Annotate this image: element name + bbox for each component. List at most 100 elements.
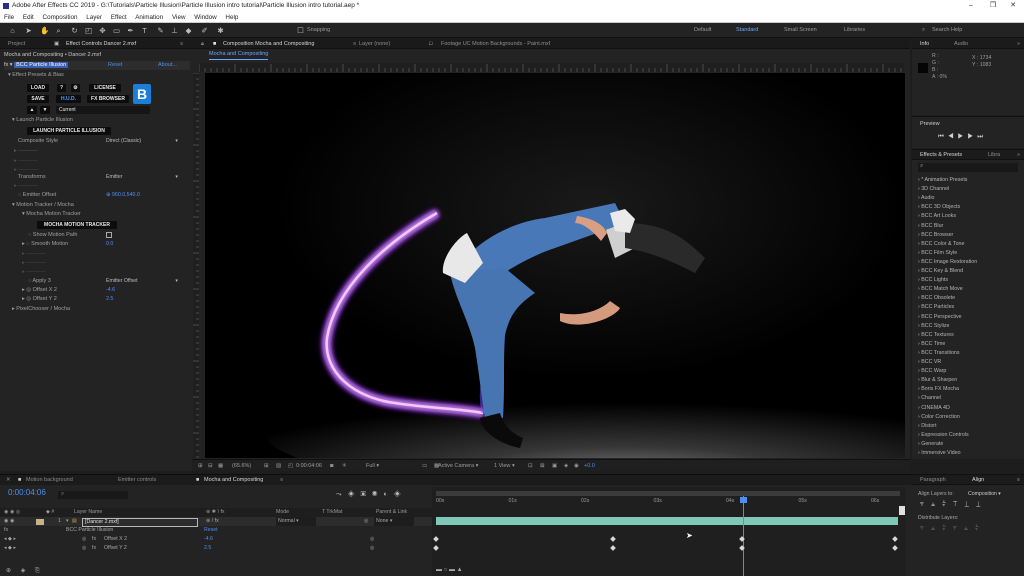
effects-category-item[interactable]: › BCC Image Restoration bbox=[918, 258, 977, 267]
masks-icon[interactable]: ◰ bbox=[288, 460, 293, 472]
effects-category-item[interactable]: › BCC Match Move bbox=[918, 285, 963, 294]
load-button[interactable]: LOAD bbox=[27, 84, 49, 92]
pan-behind-tool-icon[interactable]: ✥ bbox=[98, 26, 107, 35]
transforms-dropdown[interactable]: Emitter ▾ bbox=[106, 174, 180, 182]
tab-paragraph[interactable]: Paragraph bbox=[920, 475, 946, 485]
tab-libraries[interactable]: Libra bbox=[988, 150, 1000, 160]
launch-particle-illusion-button[interactable]: LAUNCH PARTICLE ILLUSION bbox=[27, 127, 111, 135]
effect-name[interactable]: BCC Particle Illusion bbox=[14, 62, 69, 68]
prev-frame-icon[interactable]: ◀ bbox=[948, 133, 958, 140]
zoom-tool-icon[interactable]: ⌕ bbox=[54, 26, 63, 35]
exposure-value[interactable]: +0.0 bbox=[584, 460, 595, 472]
stopwatch-icon[interactable]: ◎ bbox=[82, 535, 87, 544]
magnifier-icon[interactable]: ⊞ bbox=[198, 460, 203, 472]
last-frame-icon[interactable]: ⏭ bbox=[977, 133, 987, 140]
timeline-offset-y-value[interactable]: 2.5 bbox=[204, 544, 211, 553]
smooth-motion-value[interactable]: 0.0 bbox=[106, 241, 113, 247]
clone-tool-icon[interactable]: ⊥ bbox=[170, 26, 179, 35]
grid-icon[interactable]: ▦ bbox=[218, 460, 223, 472]
transparency-icon[interactable]: ▧ bbox=[276, 460, 281, 472]
hand-tool-icon[interactable]: ✋ bbox=[40, 26, 49, 35]
preset-up-icon[interactable]: ▲ bbox=[27, 106, 37, 114]
effects-category-item[interactable]: › BCC Blur bbox=[918, 222, 943, 231]
effects-category-item[interactable]: › Expression Controls bbox=[918, 431, 969, 440]
trkmat-column[interactable]: T TrkMat bbox=[322, 508, 342, 517]
effects-category-item[interactable]: › BCC Browser bbox=[918, 231, 953, 240]
tab-footage[interactable]: Footage UC Motion Backgrounds - Paint.mx… bbox=[441, 39, 550, 49]
timeline-effect-name[interactable]: BCC Particle Illusion bbox=[66, 526, 113, 535]
eraser-tool-icon[interactable]: ◆ bbox=[184, 26, 193, 35]
close-button[interactable]: ✕ bbox=[1002, 0, 1024, 12]
effects-category-item[interactable]: › BCC Obsolete bbox=[918, 294, 955, 303]
presets-group[interactable]: ▾ Effect Presets & Bias bbox=[8, 71, 198, 80]
reset-link[interactable]: Reset bbox=[108, 61, 122, 70]
effects-category-item[interactable]: › Immersive Video bbox=[918, 449, 961, 458]
snapping-checkbox-icon[interactable]: ☐ bbox=[296, 26, 305, 35]
effects-category-item[interactable]: › BCC Art Looks bbox=[918, 212, 956, 221]
offset-x-value[interactable]: -4.6 bbox=[106, 287, 115, 293]
distribute-buttons[interactable]: ⫧⫨⫩⫧⫨⫩ bbox=[920, 525, 986, 533]
effects-category-item[interactable]: › BCC VR bbox=[918, 358, 941, 367]
zoom-dropdown[interactable]: (65.6%) bbox=[232, 460, 251, 472]
maximize-button[interactable]: ❐ bbox=[982, 0, 1004, 12]
stopwatch-icon-y[interactable]: ◎ bbox=[82, 544, 87, 553]
minimize-button[interactable]: – bbox=[960, 0, 982, 12]
mocha-tracker-group[interactable]: ▾ Mocha Motion Tracker bbox=[22, 210, 212, 219]
tab-audio[interactable]: Audio bbox=[954, 39, 968, 49]
timeline-search-input[interactable]: ⌕ bbox=[58, 491, 128, 499]
viewer-timecode[interactable]: 0:00:04:06 bbox=[296, 460, 322, 472]
color-icon[interactable]: ✳ bbox=[342, 460, 347, 472]
next-frame-icon[interactable]: ▶ bbox=[967, 133, 977, 140]
work-area-bar[interactable] bbox=[436, 491, 900, 496]
fx-browser-button[interactable]: FX BROWSER bbox=[87, 95, 129, 103]
help-button[interactable]: ? bbox=[57, 84, 66, 92]
menu-window[interactable]: Window bbox=[194, 14, 216, 21]
first-frame-icon[interactable]: ⏮ bbox=[938, 133, 948, 140]
effects-category-item[interactable]: › Boris FX Mocha bbox=[918, 385, 959, 394]
selection-tool-icon[interactable]: ➤ bbox=[24, 26, 33, 35]
mask-tool-icon[interactable]: ▭ bbox=[112, 26, 121, 35]
effects-category-item[interactable]: › BCC Stylize bbox=[918, 322, 950, 331]
layer-name-column[interactable]: Layer Name bbox=[74, 508, 102, 517]
timeline-reset-link[interactable]: Reset bbox=[204, 526, 218, 535]
expression-icon[interactable]: ◎ bbox=[370, 535, 375, 544]
render-icon[interactable]: ⊠ bbox=[540, 460, 545, 472]
effects-category-item[interactable]: › Channel bbox=[918, 394, 941, 403]
snapshot-icon[interactable]: ◙ bbox=[330, 460, 333, 472]
comp-viewer-canvas[interactable] bbox=[205, 73, 905, 458]
playhead-line[interactable] bbox=[743, 496, 744, 576]
pen-tool-icon[interactable]: ✒ bbox=[126, 26, 135, 35]
tab-align[interactable]: Align bbox=[972, 475, 984, 485]
layer-mode-dropdown[interactable]: Normal ▾ bbox=[276, 517, 316, 526]
roto-brush-icon[interactable]: ✐ bbox=[200, 26, 209, 35]
info-panel-more-icon[interactable]: » bbox=[1017, 39, 1020, 49]
effects-category-item[interactable]: › BCC Transitions bbox=[918, 349, 960, 358]
type-tool-icon[interactable]: T bbox=[140, 26, 149, 35]
motion-tracker-group[interactable]: ▾ Motion Tracker / Mocha bbox=[12, 201, 202, 210]
menu-effect[interactable]: Effect bbox=[111, 14, 127, 21]
effects-category-item[interactable]: › BCC 3D Objects bbox=[918, 203, 960, 212]
camera-dropdown[interactable]: Active Camera ▾ bbox=[438, 460, 478, 472]
emitter-offset-value[interactable]: ⊕ 960.0,540.0 bbox=[106, 192, 140, 198]
align-target-dropdown[interactable]: Composition ▾ bbox=[968, 491, 1001, 497]
panel-menu-icon[interactable]: ≡ bbox=[180, 39, 183, 49]
effects-category-item[interactable]: › CINEMA 4D bbox=[918, 404, 950, 413]
mode-column[interactable]: Mode bbox=[276, 508, 289, 517]
pixelchooser-group[interactable]: ▸ PixelChooser / Mocha bbox=[12, 305, 202, 314]
effects-more-icon[interactable]: » bbox=[1017, 150, 1020, 160]
workspace-small-screen[interactable]: Small Screen bbox=[784, 27, 817, 33]
tab-composition[interactable]: Composition Mocha and Compositing bbox=[223, 39, 314, 49]
offset-x-track-row[interactable]: ◂ ◆ ▸ ◎ fx Offset X 2 -4.6 ◎ bbox=[0, 535, 432, 544]
tab-info[interactable]: Info bbox=[920, 39, 929, 49]
effects-category-item[interactable]: › BCC Time bbox=[918, 340, 945, 349]
layout-icon[interactable]: ⊡ bbox=[528, 460, 533, 472]
search-help-field[interactable]: Search Help bbox=[932, 27, 962, 33]
effects-category-item[interactable]: › BCC Warp bbox=[918, 367, 946, 376]
workspace-standard[interactable]: Standard bbox=[736, 27, 758, 33]
parent-column[interactable]: Parent & Link bbox=[376, 508, 407, 517]
save-button[interactable]: SAVE bbox=[27, 95, 49, 103]
effects-category-item[interactable]: › BCC Color & Tone bbox=[918, 240, 964, 249]
effects-category-item[interactable]: › BCC Perspective bbox=[918, 313, 962, 322]
effects-category-item[interactable]: › Distort bbox=[918, 422, 937, 431]
preset-current-field[interactable]: Current bbox=[56, 106, 150, 114]
